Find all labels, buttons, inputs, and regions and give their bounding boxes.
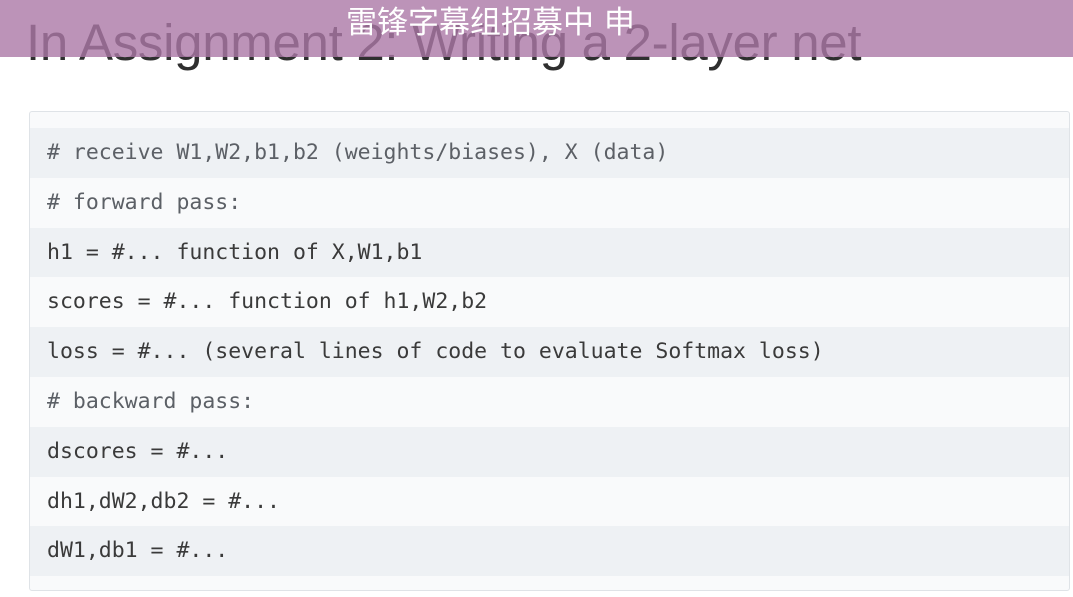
code-line-scores: scores = #... function of h1,W2,b2 bbox=[47, 289, 488, 315]
subtitle-banner-text: 雷锋字幕组招募中 申 bbox=[346, 5, 635, 41]
code-line-dh1: dh1,dW2,db2 = #... bbox=[47, 488, 280, 514]
code-line-comment-forward: # forward pass: bbox=[47, 189, 242, 215]
subtitle-banner: 雷锋字幕组招募中 申 bbox=[0, 0, 1073, 57]
code-block: # receive W1,W2,b1,b2 (weights/biases), … bbox=[29, 111, 1070, 591]
code-line-comment-receive: # receive W1,W2,b1,b2 (weights/biases), … bbox=[30, 128, 1069, 178]
code-line-dw1: dW1,db1 = #... bbox=[30, 526, 1069, 577]
code-line-comment-backward: # backward pass: bbox=[47, 388, 255, 414]
code-line-dscores: dscores = #... bbox=[30, 426, 1069, 477]
code-line-loss: loss = #... (several lines of code to ev… bbox=[30, 327, 1069, 377]
code-line-h1: h1 = #... function of X,W1,b1 bbox=[30, 227, 1069, 278]
